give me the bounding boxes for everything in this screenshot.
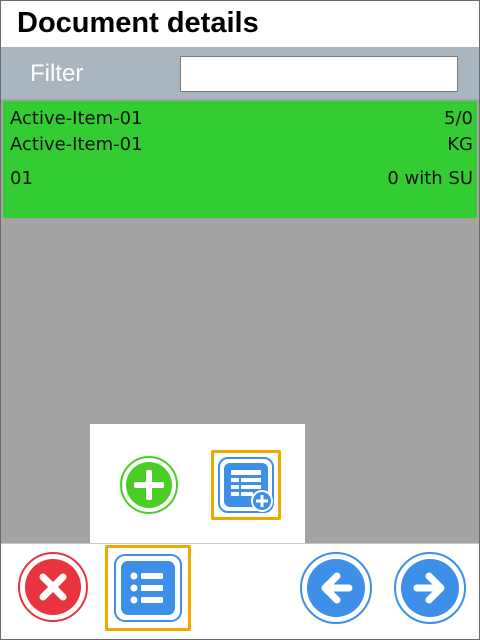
filter-input[interactable] — [180, 56, 458, 92]
add-button[interactable] — [119, 455, 179, 515]
action-popup — [90, 424, 305, 543]
item-location: 01 — [10, 168, 33, 189]
item-unit: KG — [447, 134, 473, 155]
add-document-icon — [218, 457, 274, 513]
next-button[interactable] — [393, 551, 467, 625]
header-bar: Document details — [1, 1, 479, 47]
list-item[interactable]: Active-Item-01 5/0 Active-Item-01 KG 01 … — [3, 101, 477, 218]
add-document-button[interactable] — [211, 450, 281, 520]
arrow-right-icon — [394, 552, 466, 624]
arrow-left-icon — [300, 552, 372, 624]
page-title: Document details — [17, 7, 259, 39]
plus-circle-icon — [120, 456, 178, 514]
list-icon — [114, 554, 182, 622]
filter-label: Filter — [30, 60, 84, 87]
item-quantity: 5/0 — [444, 108, 473, 129]
back-button[interactable] — [299, 551, 373, 625]
bottom-toolbar — [1, 543, 479, 639]
app-window: Document details Filter Active-Item-01 5… — [0, 0, 480, 640]
cancel-button[interactable] — [17, 551, 89, 623]
item-su-status: 0 with SU — [387, 168, 473, 189]
filter-bar: Filter — [1, 47, 479, 99]
close-circle-icon — [18, 552, 88, 622]
list-button[interactable] — [105, 545, 191, 631]
item-description: Active-Item-01 — [10, 134, 143, 155]
item-code: Active-Item-01 — [10, 108, 143, 129]
